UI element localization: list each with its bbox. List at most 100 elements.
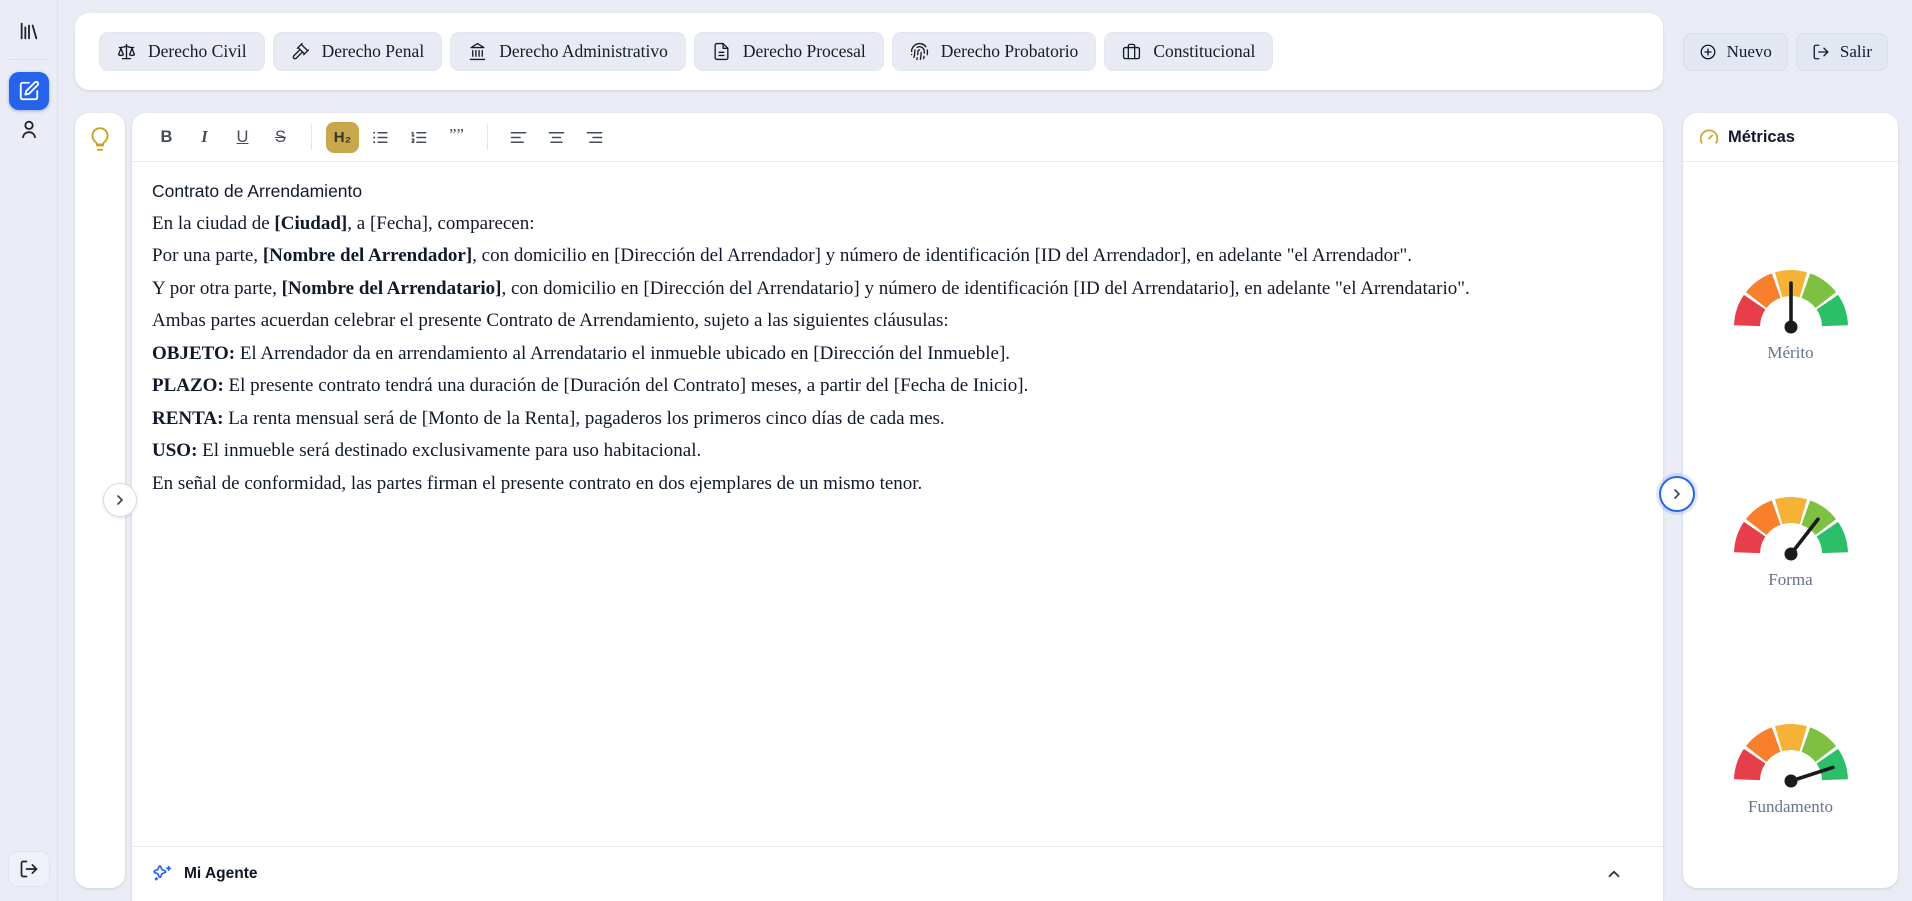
left-column: Derecho CivilDerecho PenalDerecho Admini… [75, 13, 1663, 901]
app-root: Derecho CivilDerecho PenalDerecho Admini… [0, 0, 1912, 901]
paragraph: En la ciudad de [Ciudad], a [Fecha], com… [152, 208, 1641, 241]
gauge-chart [1729, 264, 1853, 334]
agent-bar[interactable]: Mi Agente [132, 846, 1663, 901]
text-run: Ambas partes acuerdan celebrar el presen… [152, 310, 949, 331]
chevron-right-icon [1669, 486, 1685, 502]
paragraph: OBJETO: El Arrendador da en arrendamient… [152, 338, 1641, 371]
toolbar-glyph: H₂ [334, 129, 352, 146]
rail-item-profile[interactable] [9, 110, 49, 148]
plus-circle-icon [1699, 43, 1717, 61]
category-derecho-probatorio[interactable]: Derecho Probatorio [892, 32, 1097, 71]
briefcase-icon [1122, 42, 1141, 61]
gauge-icon [1699, 127, 1719, 147]
paragraph: Contrato de Arrendamiento [152, 175, 1641, 208]
align-right-icon [585, 128, 604, 147]
text-run: , con domicilio en [Dirección del Arrend… [472, 245, 1412, 266]
category-derecho-penal[interactable]: Derecho Penal [273, 32, 443, 71]
text-run: USO: [152, 440, 197, 461]
work-row: B I US H₂ ”” Contrato de Arrendamiento En la … [75, 113, 1663, 901]
category-label: Constitucional [1153, 41, 1255, 62]
gauge-label: Mérito [1767, 343, 1813, 363]
quote-icon: ”” [447, 128, 466, 147]
expand-left-panel-button[interactable] [103, 483, 137, 517]
paragraph: RENTA: La renta mensual será de [Monto d… [152, 403, 1641, 436]
top-actions: Nuevo Salir [1683, 13, 1898, 90]
sparkles-icon [152, 864, 173, 885]
toolbar-ordered-list[interactable] [402, 122, 435, 153]
gauge-forma: Forma [1729, 491, 1853, 590]
toolbar-blockquote[interactable]: ”” [440, 122, 473, 153]
text-run: [Nombre del Arrendador] [263, 245, 472, 266]
text-run: En señal de conformidad, las partes firm… [152, 473, 922, 494]
rail-item-logout[interactable] [8, 851, 50, 887]
toolbar-align-right[interactable] [578, 122, 611, 153]
toolbar-strikethrough[interactable]: S [264, 122, 297, 153]
editor-card: B I US H₂ ”” Contrato de Arrendamiento En la … [132, 113, 1663, 901]
toolbar-bullet-list[interactable] [364, 122, 397, 153]
text-run: La renta mensual será de [Monto de la Re… [223, 408, 944, 429]
expand-right-panel-button[interactable] [1659, 476, 1695, 512]
category-constitucional[interactable]: Constitucional [1104, 32, 1273, 71]
gauge-fundamento: Fundamento [1729, 718, 1853, 817]
library-icon [18, 20, 40, 42]
nuevo-button[interactable]: Nuevo [1683, 33, 1788, 71]
category-label: Derecho Procesal [743, 41, 866, 62]
editor-toolbar: B I US H₂ ”” [132, 113, 1663, 162]
file-text-icon [712, 42, 731, 61]
align-left-icon [509, 128, 528, 147]
rail-divider [9, 59, 49, 60]
metrics-panel: Métricas Mérito Forma Fundamento [1683, 113, 1898, 888]
left-rail [0, 0, 58, 901]
category-derecho-civil[interactable]: Derecho Civil [99, 32, 265, 71]
scale-icon [117, 42, 136, 61]
chevron-up-icon [1605, 865, 1623, 883]
paragraph: Por una parte, [Nombre del Arrendador], … [152, 240, 1641, 273]
toolbar-align-left[interactable] [502, 122, 535, 153]
paragraph: Ambas partes acuerdan celebrar el presen… [152, 305, 1641, 338]
suggestions-button[interactable] [87, 126, 113, 155]
gauge-icon [1699, 127, 1719, 147]
gauge-label: Fundamento [1748, 797, 1833, 817]
gauge-hub [1784, 321, 1797, 334]
category-derecho-procesal[interactable]: Derecho Procesal [694, 32, 884, 71]
action-label: Salir [1840, 42, 1872, 62]
text-run: Contrato de Arrendamiento [152, 181, 362, 201]
metrics-header: Métricas [1683, 113, 1898, 162]
gauge-chart [1729, 718, 1853, 788]
align-center-icon [547, 128, 566, 147]
document-editor[interactable]: Contrato de Arrendamiento En la ciudad de… [132, 162, 1663, 846]
gauge-hub [1784, 775, 1797, 788]
log-out-icon [19, 859, 39, 879]
toolbar-align-center[interactable] [540, 122, 573, 153]
agent-label: Mi Agente [184, 865, 257, 883]
toolbar-glyph: I [201, 127, 207, 147]
toolbar-italic[interactable]: I [188, 122, 221, 153]
agent-collapse-button[interactable] [1605, 865, 1623, 883]
chevron-right-icon [1669, 486, 1685, 502]
fingerprint-icon [910, 42, 929, 61]
rail-item-library[interactable] [9, 12, 49, 50]
rail-item-editor[interactable] [9, 72, 49, 110]
category-bar: Derecho CivilDerecho PenalDerecho Admini… [75, 13, 1663, 90]
toolbar-glyph: B [161, 128, 173, 147]
salir-button[interactable]: Salir [1796, 33, 1888, 71]
text-run: En la ciudad de [152, 213, 274, 234]
paragraph: USO: El inmueble será destinado exclusiv… [152, 435, 1641, 468]
toolbar-underline[interactable]: U [226, 122, 259, 153]
toolbar-glyph: U [237, 128, 249, 147]
toolbar-heading-2[interactable]: H₂ [326, 122, 359, 153]
text-run: El inmueble será destinado exclusivament… [197, 440, 701, 461]
category-derecho-administrativo[interactable]: Derecho Administrativo [450, 32, 686, 71]
rail-items [0, 12, 57, 148]
svg-text:””: ”” [449, 128, 464, 144]
text-run: El Arrendador da en arrendamiento al Arr… [235, 343, 1010, 364]
paragraph: Y por otra parte, [Nombre del Arrendatar… [152, 273, 1641, 306]
user-icon [18, 118, 40, 140]
toolbar-bold[interactable]: B [150, 122, 183, 153]
square-pen-icon [18, 80, 40, 102]
gavel-icon [291, 42, 310, 61]
chevron-up-icon [1605, 865, 1623, 883]
gauge-chart [1729, 491, 1853, 561]
text-run: PLAZO: [152, 375, 224, 396]
text-run: [Nombre del Arrendatario] [282, 278, 502, 299]
